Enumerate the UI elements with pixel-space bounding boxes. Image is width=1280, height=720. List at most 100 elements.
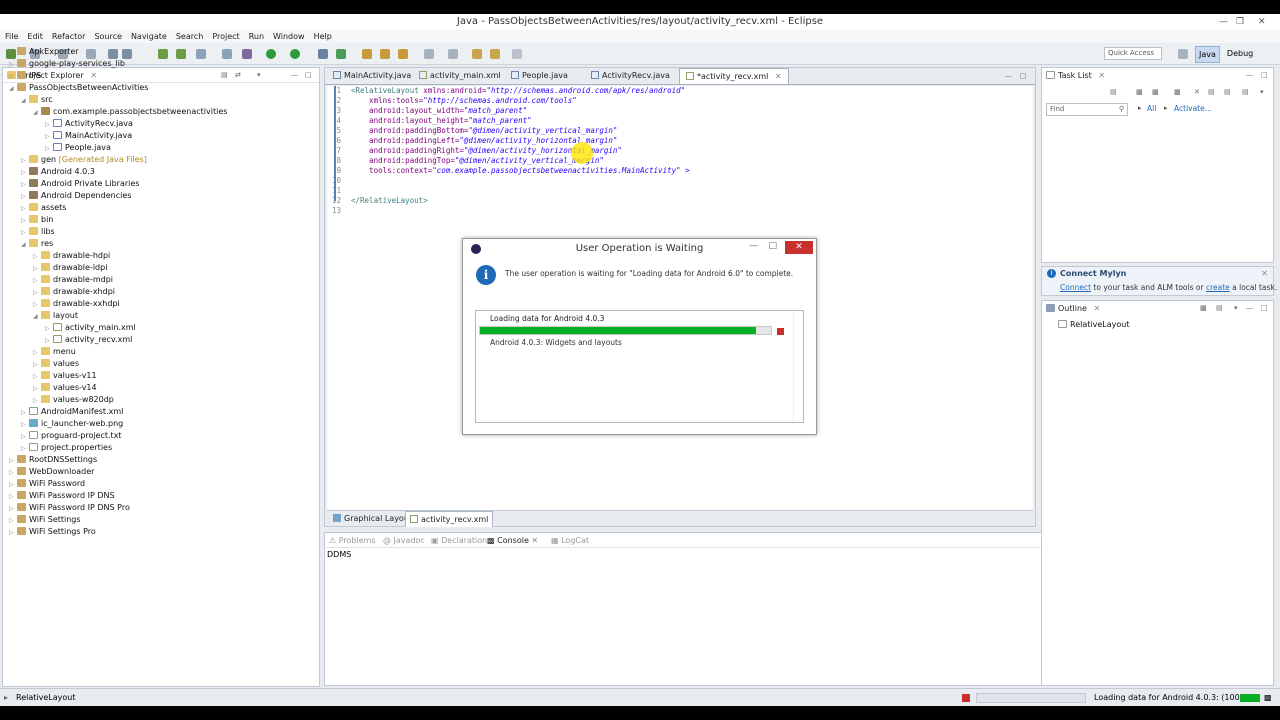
tree-item[interactable]: ▷ AndroidManifest.xml [21, 406, 123, 418]
tree-item[interactable]: ▷ drawable-ldpi [33, 262, 107, 274]
tab-close-icon[interactable]: ✕ [1094, 304, 1101, 313]
editor-tab-activity-main[interactable]: activity_main.xml [415, 68, 505, 84]
task-list-tab[interactable]: Task List ✕ [1046, 69, 1105, 83]
annotation-icon[interactable] [424, 49, 434, 59]
job-list-scrollbar[interactable] [793, 311, 803, 422]
dialog-close-button[interactable]: ✕ [785, 241, 813, 254]
menu-run[interactable]: Run [249, 30, 264, 43]
dialog-minimize-icon[interactable]: — [749, 241, 758, 251]
tree-item[interactable]: ▷ ActivityRecv.java [45, 118, 133, 130]
menu-file[interactable]: File [5, 30, 18, 43]
tree-item[interactable]: ▷ values-v14 [33, 382, 97, 394]
tree-item[interactable]: ▷ ApkExporter [9, 46, 79, 58]
view-menu-icon[interactable]: ▾ [1260, 88, 1264, 96]
stop-icon[interactable] [962, 694, 970, 702]
checklist-icon[interactable] [196, 49, 206, 59]
expanded-arrow-icon[interactable]: ◢ [33, 311, 41, 323]
search-icon[interactable] [398, 49, 408, 59]
menu-window[interactable]: Window [273, 30, 305, 43]
open-resource-icon[interactable] [380, 49, 390, 59]
minimize-editor-icon[interactable]: — [1005, 72, 1012, 80]
tree-item[interactable]: ▷ project.properties [21, 442, 112, 454]
menu-project[interactable]: Project [212, 30, 239, 43]
tab-close-icon[interactable]: ✕ [775, 72, 782, 81]
tree-item[interactable]: ◢ PassObjectsBetweenActivities [9, 82, 148, 94]
view-menu-icon[interactable]: ▾ [257, 71, 261, 79]
tree-item[interactable]: ▷ MainActivity.java [45, 130, 132, 142]
minimize-view-icon[interactable]: — [1246, 71, 1253, 79]
wand-icon[interactable] [222, 49, 232, 59]
activate-link[interactable]: Activate... [1174, 104, 1212, 113]
tree-item[interactable]: ▷ Android 4.0.3 [21, 166, 95, 178]
open-type-icon[interactable] [362, 49, 372, 59]
maximize-icon[interactable]: ❐ [1236, 14, 1244, 30]
hide-completed-icon[interactable]: ✕ [1194, 88, 1200, 96]
tree-item[interactable]: ▷ WiFi Settings [9, 514, 81, 526]
view-menu-icon[interactable]: ▾ [1234, 304, 1238, 312]
activate-expand-icon[interactable]: ▸ [1164, 104, 1168, 112]
menu-help[interactable]: Help [314, 30, 332, 43]
debug-icon[interactable] [242, 49, 252, 59]
categorized-icon[interactable]: ▩ [1136, 88, 1143, 96]
tree-item[interactable]: ▷ Android Dependencies [21, 190, 131, 202]
dialog-maximize-icon[interactable]: □ [768, 241, 777, 251]
expanded-arrow-icon[interactable]: ◢ [9, 83, 17, 95]
quick-access-input[interactable]: Quick Access [1104, 47, 1162, 60]
focus-icon[interactable]: ▩ [1174, 88, 1181, 96]
scheduled-icon[interactable]: ▩ [1152, 88, 1159, 96]
menu-refactor[interactable]: Refactor [52, 30, 86, 43]
tree-item[interactable]: ▷ WiFi Password IP DNS [9, 490, 115, 502]
tree-item[interactable]: ▷ assets [21, 202, 66, 214]
tree-item[interactable]: ▷ drawable-xhdpi [33, 286, 115, 298]
all-link[interactable]: All [1147, 104, 1156, 113]
tree-item[interactable]: ▷ WiFi Settings Pro [9, 526, 96, 538]
java-perspective-button[interactable]: Java [1195, 46, 1220, 63]
editor-tab-activity-recv[interactable]: *activity_recv.xml ✕ [679, 68, 789, 84]
menu-search[interactable]: Search [176, 30, 203, 43]
tree-item[interactable]: ▷ google-play-services_lib [9, 58, 125, 70]
toggle-icon[interactable]: ▤ [1242, 88, 1249, 96]
menu-edit[interactable]: Edit [27, 30, 43, 43]
all-expand-icon[interactable]: ▸ [1138, 104, 1142, 112]
forward-history-icon[interactable] [512, 49, 522, 59]
mylyn-close-icon[interactable]: ✕ [1261, 269, 1268, 278]
link-editor-icon[interactable]: ⇄ [235, 71, 241, 79]
declaration-tab[interactable]: ▣ Declaration [431, 533, 487, 548]
maximize-editor-icon[interactable]: □ [1020, 72, 1027, 80]
tree-item[interactable]: ◢ layout [33, 310, 78, 322]
expanded-arrow-icon[interactable]: ◢ [21, 95, 29, 107]
create-link[interactable]: create [1206, 283, 1230, 292]
console-tab[interactable]: ▩ Console ✕ [487, 533, 538, 548]
tree-item[interactable]: ◢ com.example.passobjectsbetweenactivitie… [33, 106, 227, 118]
lint-icon[interactable] [176, 49, 186, 59]
editor-tab-mainactivity[interactable]: MainActivity.java [329, 68, 415, 84]
expanded-arrow-icon[interactable]: ◢ [33, 107, 41, 119]
collapse-all-icon[interactable]: ▤ [221, 71, 228, 79]
sync-icon[interactable]: ▤ [1224, 88, 1231, 96]
outline-tab[interactable]: Outline ✕ [1046, 302, 1100, 316]
tab-close-icon[interactable]: ✕ [1098, 71, 1105, 80]
minimize-icon[interactable]: — [1219, 14, 1228, 30]
tree-item[interactable]: ◢ res [21, 238, 53, 250]
outline-action-icon[interactable]: ▩ [1200, 304, 1207, 312]
tree-item[interactable]: ▷ Android Private Libraries [21, 178, 139, 190]
tree-item[interactable]: ▷ values [33, 358, 79, 370]
collapsed-arrow-icon[interactable]: ▷ [9, 527, 17, 539]
minimize-view-icon[interactable]: — [1246, 304, 1253, 312]
maximize-view-icon[interactable]: □ [1261, 71, 1268, 79]
tree-item[interactable]: ▷ drawable-xxhdpi [33, 298, 120, 310]
tree-item[interactable]: ▷ RootDNSSettings [9, 454, 97, 466]
android-icon[interactable] [158, 49, 168, 59]
debug-perspective-button[interactable]: Debug [1224, 46, 1256, 63]
tree-item[interactable]: ▷ gen [Generated Java Files] [21, 154, 147, 166]
new-task-icon[interactable]: ▤ [1110, 88, 1117, 96]
tree-item[interactable]: ▷ People.java [45, 142, 111, 154]
tree-item[interactable]: ◢ src [21, 94, 53, 106]
logcat-tab[interactable]: ▦ LogCat [551, 533, 589, 548]
tree-item[interactable]: ▷ values-w820dp [33, 394, 114, 406]
maximize-view-icon[interactable]: □ [1261, 304, 1268, 312]
stop-job-icon[interactable] [777, 328, 784, 335]
collapse-icon[interactable]: ▤ [1208, 88, 1215, 96]
tree-item[interactable]: ▷ WebDownloader [9, 466, 94, 478]
menu-navigate[interactable]: Navigate [131, 30, 167, 43]
